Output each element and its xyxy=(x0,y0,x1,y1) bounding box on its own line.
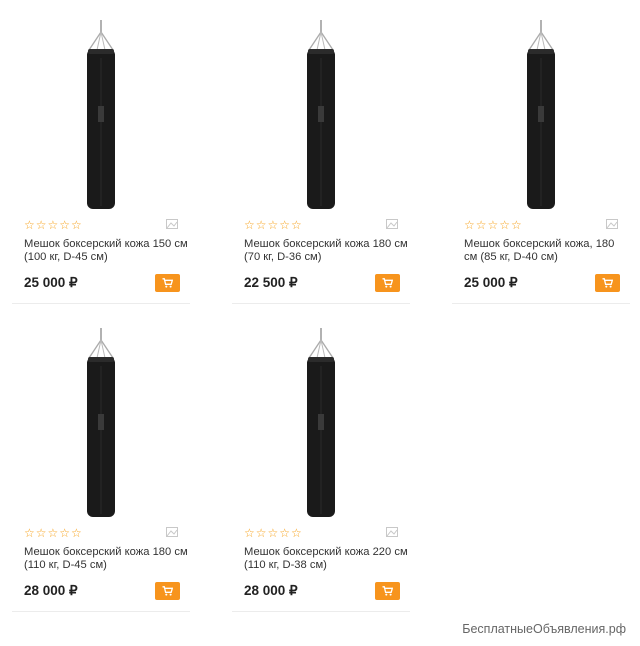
rating-stars[interactable]: ☆☆☆☆☆ xyxy=(244,527,303,539)
cart-icon xyxy=(382,586,393,596)
rating-stars[interactable]: ☆☆☆☆☆ xyxy=(244,219,303,231)
product-card[interactable]: ☆☆☆☆☆ Мешок боксерский кожа 180 см (70 к… xyxy=(232,12,410,304)
add-to-cart-button[interactable] xyxy=(155,274,180,292)
product-card[interactable]: ☆☆☆☆☆ Мешок боксерский кожа 220 см (110 … xyxy=(232,320,410,612)
product-title[interactable]: Мешок боксерский кожа 220 см (110 кг, D-… xyxy=(244,546,409,572)
cart-icon xyxy=(382,278,393,288)
punching-bag-icon xyxy=(527,20,555,209)
add-to-cart-button[interactable] xyxy=(375,582,400,600)
cart-icon xyxy=(602,278,613,288)
product-price: 25 000 ₽ xyxy=(464,275,518,290)
product-title[interactable]: Мешок боксерский кожа 150 см (100 кг, D-… xyxy=(24,238,189,264)
product-card[interactable]: ☆☆☆☆☆ Мешок боксерский кожа 150 см (100 … xyxy=(12,12,190,304)
product-card[interactable]: ☆☆☆☆☆ Мешок боксерский кожа 180 см (110 … xyxy=(12,320,190,612)
add-to-cart-button[interactable] xyxy=(375,274,400,292)
product-image[interactable] xyxy=(232,12,410,212)
product-title[interactable]: Мешок боксерский кожа, 180 см (85 кг, D-… xyxy=(464,238,629,264)
rating-stars[interactable]: ☆☆☆☆☆ xyxy=(24,527,83,539)
add-to-cart-button[interactable] xyxy=(155,582,180,600)
compare-icon[interactable] xyxy=(606,219,618,229)
punching-bag-icon xyxy=(87,20,115,209)
watermark: БесплатныеОбъявления.рф xyxy=(462,622,626,636)
product-price: 25 000 ₽ xyxy=(24,275,78,290)
product-price: 28 000 ₽ xyxy=(244,583,298,598)
rating-stars[interactable]: ☆☆☆☆☆ xyxy=(24,219,83,231)
compare-icon[interactable] xyxy=(386,527,398,537)
compare-icon[interactable] xyxy=(166,219,178,229)
compare-icon[interactable] xyxy=(386,219,398,229)
cart-icon xyxy=(162,278,173,288)
rating-stars[interactable]: ☆☆☆☆☆ xyxy=(464,219,523,231)
cart-icon xyxy=(162,586,173,596)
product-price: 28 000 ₽ xyxy=(24,583,78,598)
product-price: 22 500 ₽ xyxy=(244,275,298,290)
add-to-cart-button[interactable] xyxy=(595,274,620,292)
compare-icon[interactable] xyxy=(166,527,178,537)
product-image[interactable] xyxy=(452,12,630,212)
product-title[interactable]: Мешок боксерский кожа 180 см (70 кг, D-3… xyxy=(244,238,409,264)
product-grid: ☆☆☆☆☆ Мешок боксерский кожа 150 см (100 … xyxy=(0,0,640,646)
punching-bag-icon xyxy=(307,328,335,517)
product-image[interactable] xyxy=(12,12,190,212)
punching-bag-icon xyxy=(87,328,115,517)
product-image[interactable] xyxy=(12,320,190,520)
punching-bag-icon xyxy=(307,20,335,209)
product-image[interactable] xyxy=(232,320,410,520)
product-title[interactable]: Мешок боксерский кожа 180 см (110 кг, D-… xyxy=(24,546,189,572)
product-card[interactable]: ☆☆☆☆☆ Мешок боксерский кожа, 180 см (85 … xyxy=(452,12,630,304)
